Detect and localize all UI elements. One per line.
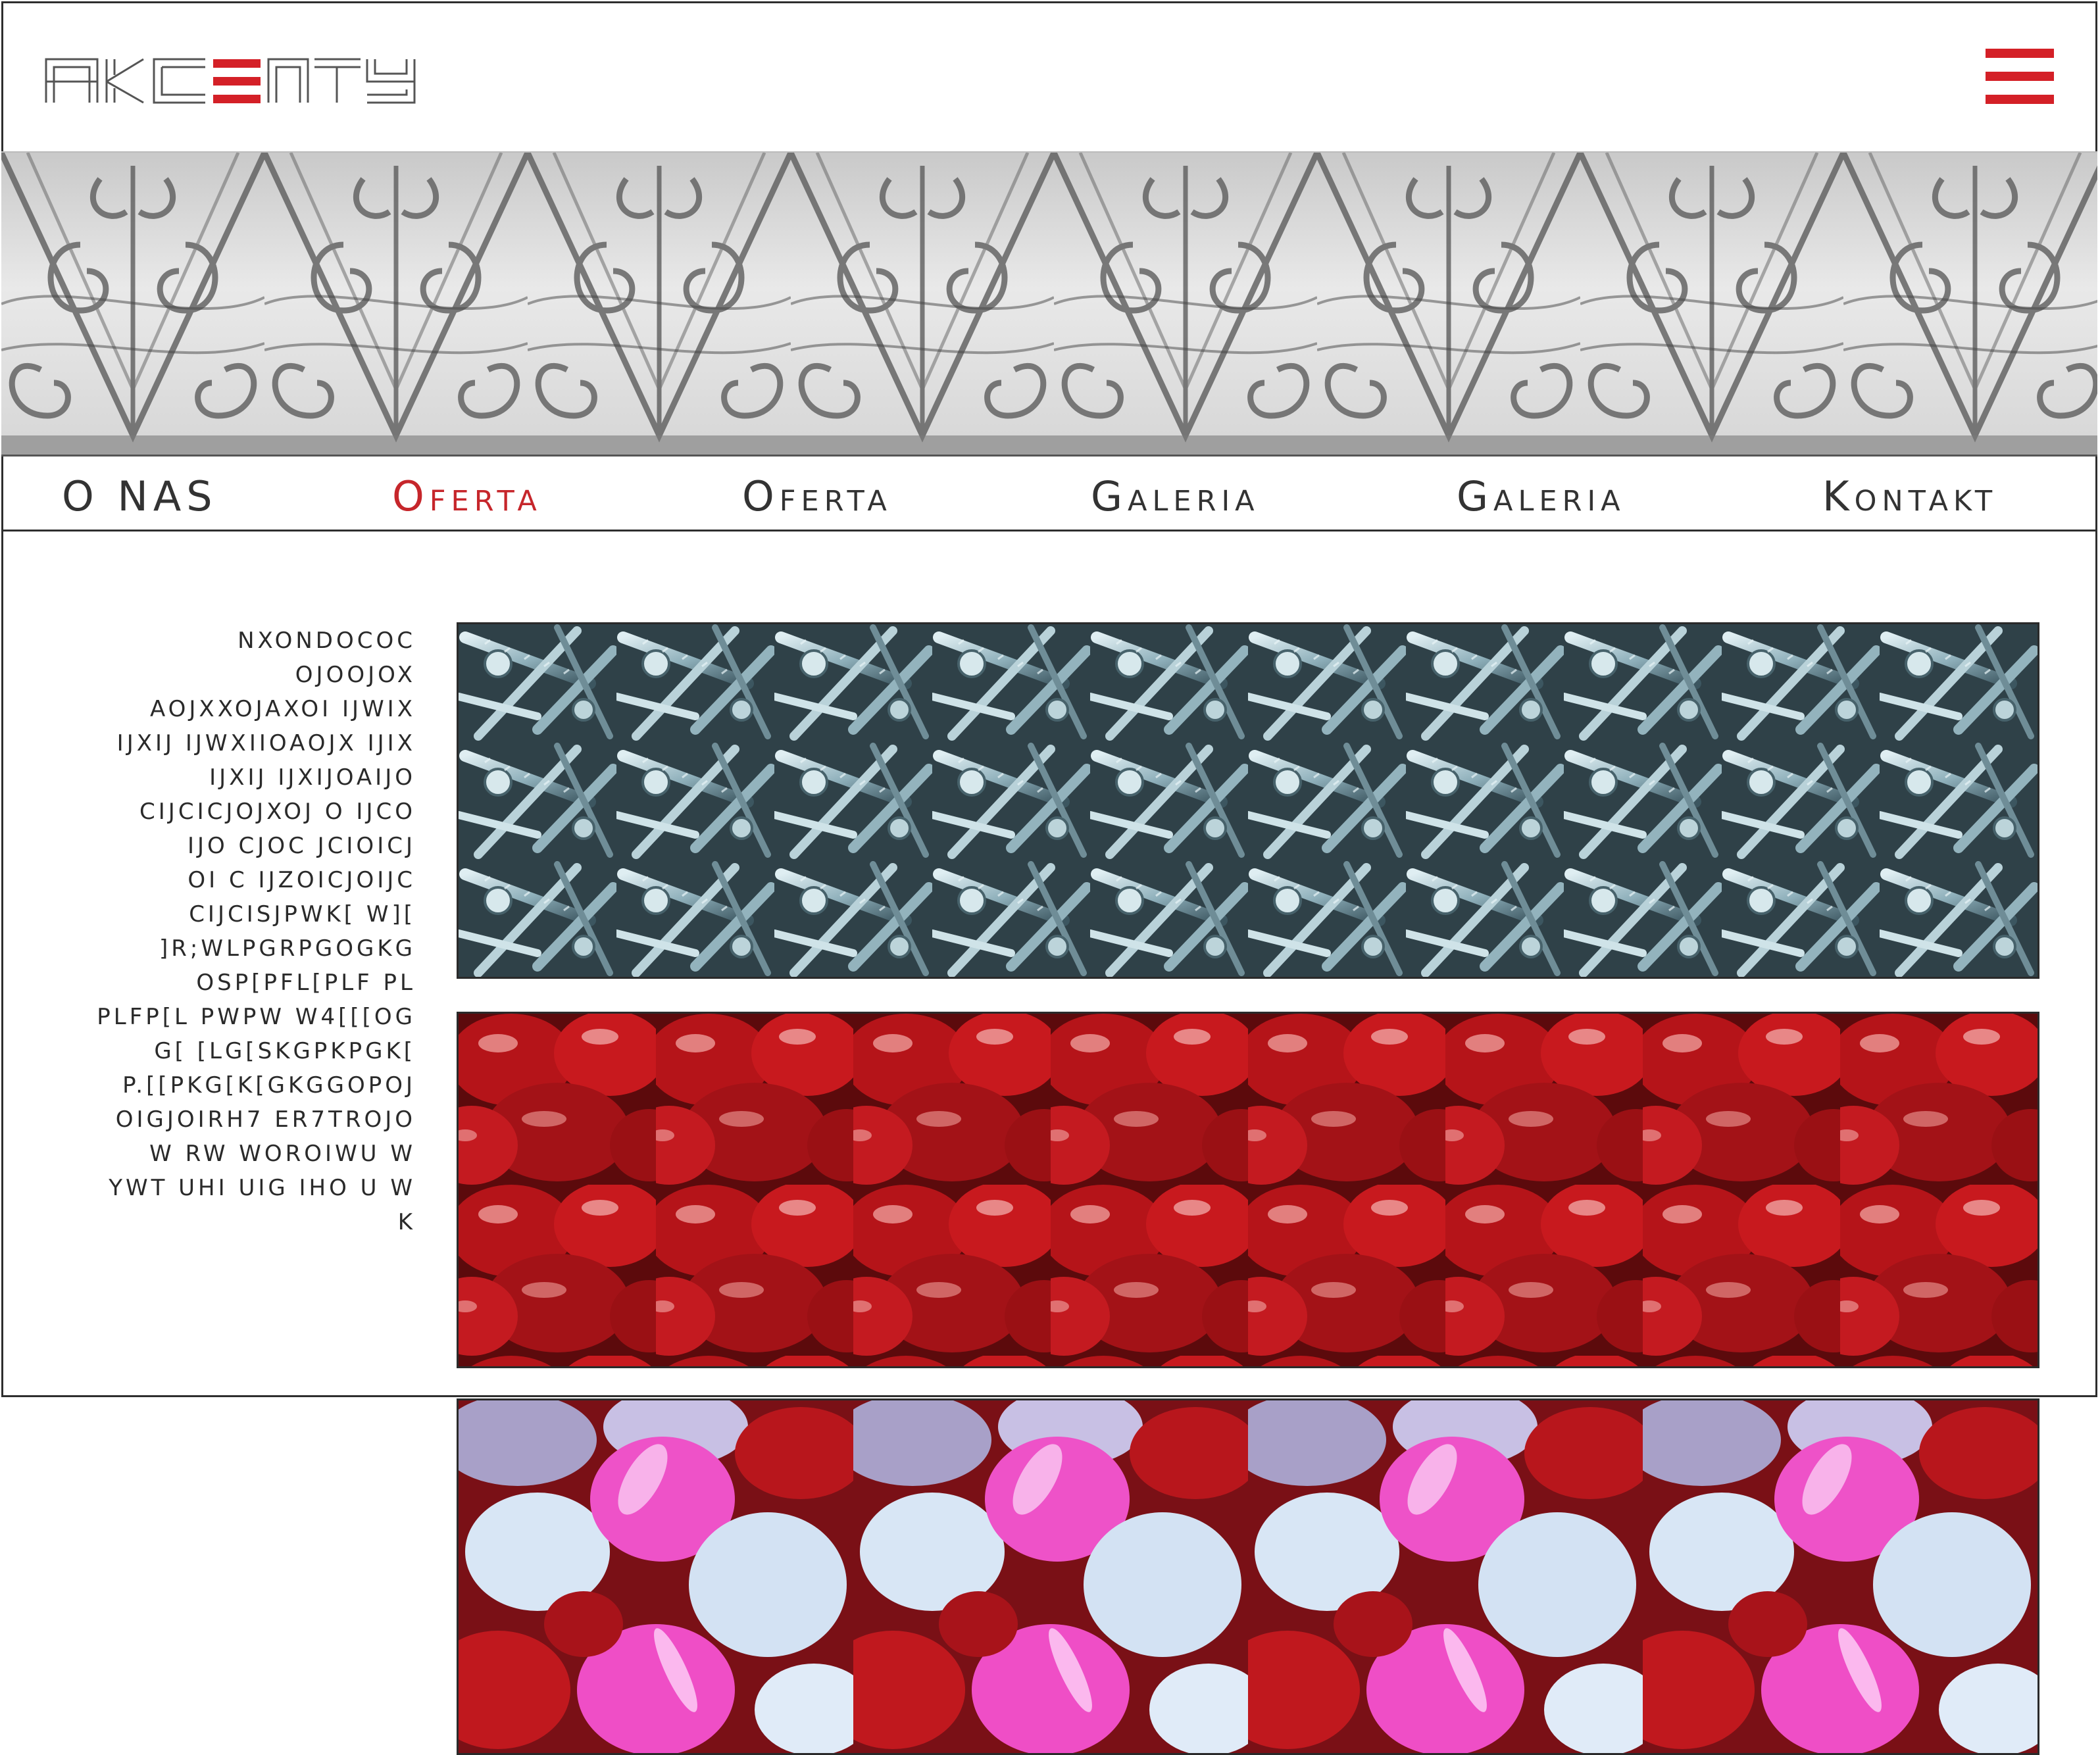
text-line: ywt uhi uig iho u w	[109, 1175, 416, 1201]
text-line: ijxij ijxijoaijo	[209, 764, 416, 791]
site-header	[1, 1, 2097, 151]
description-text: nxondococ ojoojox aojxxojaxoi ijwix ijxi…	[39, 624, 416, 1239]
hamburger-menu-icon[interactable]	[1986, 49, 2054, 104]
menu-bar	[1986, 72, 2054, 81]
menu-bar	[1986, 49, 2054, 58]
wrought-iron-fence-image	[1, 153, 2097, 455]
text-line: cijcicjojxoj o ijco	[139, 799, 416, 825]
nav-item-o-nas[interactable]: O NAS	[62, 457, 218, 529]
text-line: oigjoirh7 er7trojo	[115, 1106, 416, 1133]
red-hearts-photo[interactable]	[457, 1012, 2039, 1368]
text-line: w rw woroiwu w	[149, 1141, 416, 1167]
red-hearts-image	[459, 1014, 2038, 1366]
text-line: p.[[pkg[k[gkggopoj	[122, 1072, 416, 1099]
text-line: cijcisjpwk[ w][	[189, 901, 416, 927]
text-line: ijo cjoc jcioicj	[187, 833, 416, 859]
pink-white-hearts-image	[459, 1400, 2038, 1753]
text-line: k	[397, 1209, 416, 1235]
text-line: ojoojox	[295, 662, 416, 688]
text-line: g[ [lg[skgpkpgk[	[154, 1038, 416, 1064]
text-line: oi c ijzoicjoijc	[188, 867, 416, 893]
nav-item-galeria-2[interactable]: Galeria	[1457, 457, 1626, 529]
header-banner-image	[1, 151, 2097, 457]
text-line: ijxij ijwxiioaojx ijix	[116, 730, 416, 756]
text-line: aojxxojaxoi ijwix	[149, 696, 416, 722]
nav-item-oferta[interactable]: Oferta	[742, 457, 892, 529]
nav-item-kontakt[interactable]: Kontakt	[1822, 457, 1997, 529]
text-line: plfp[l pwpw w4[[[og	[97, 1004, 416, 1030]
text-line: osp[pfl[plf pl	[196, 970, 416, 996]
nav-item-galeria[interactable]: Galeria	[1091, 457, 1260, 529]
text-line: ]r;wlpgrpgogkg	[159, 935, 416, 962]
menu-bar	[1986, 95, 2054, 104]
pink-white-hearts-photo[interactable]	[457, 1398, 2039, 1755]
logo-graphic	[45, 58, 416, 104]
text-line: nxondococ	[238, 628, 416, 654]
nav-item-oferta-active[interactable]: Oferta	[392, 457, 542, 529]
screws-photo[interactable]	[457, 622, 2039, 979]
screws-image	[459, 624, 2038, 977]
akcenty-logo[interactable]	[45, 58, 417, 104]
main-navigation: O NAS Oferta Oferta Galeria Galeria Kont…	[1, 457, 2097, 531]
